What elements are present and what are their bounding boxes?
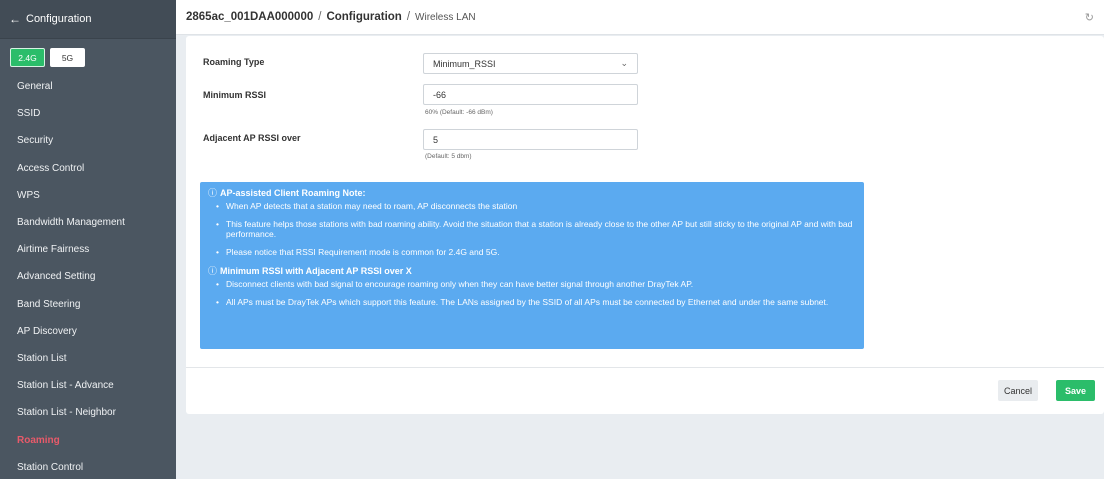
save-button[interactable]: Save <box>1056 380 1095 401</box>
minimum-rssi-value: -66 <box>433 89 447 100</box>
sidebar-item-ssid[interactable]: SSID <box>0 100 176 127</box>
note-bullet: Please notice that RSSI Requirement mode… <box>208 247 856 258</box>
note-heading-minimum-rssi: ⓘ Minimum RSSI with Adjacent AP RSSI over… <box>208 264 856 277</box>
roaming-type-label: Roaming Type <box>203 57 265 67</box>
note-heading-2-text: Minimum RSSI with Adjacent AP RSSI over … <box>220 266 412 276</box>
sidebar: ← Configuration 2.4G 5G General SSID Sec… <box>0 0 176 479</box>
note-heading-ap-assisted: ⓘ AP-assisted Client Roaming Note: <box>208 186 856 199</box>
band-5g-button[interactable]: 5G <box>50 48 85 67</box>
note-heading-1-text: AP-assisted Client Roaming Note: <box>220 188 366 198</box>
info-icon: ⓘ <box>208 188 218 198</box>
roaming-type-value: Minimum_RSSI <box>433 58 496 69</box>
adjacent-ap-rssi-hint: (Default: 5 dbm) <box>425 153 472 160</box>
chevron-down-icon: ⌄ <box>620 58 628 68</box>
info-icon: ⓘ <box>208 266 218 276</box>
sidebar-item-roaming[interactable]: Roaming <box>0 426 176 453</box>
note-bullet: When AP detects that a station may need … <box>208 201 856 212</box>
sidebar-item-ap-discovery[interactable]: AP Discovery <box>0 318 176 345</box>
breadcrumb-separator: / <box>406 11 411 23</box>
breadcrumb-configuration[interactable]: Configuration <box>326 11 401 23</box>
roaming-settings-panel: Roaming Type Minimum_RSSI ⌄ Minimum RSSI… <box>186 36 1104 414</box>
sidebar-item-station-list-neighbor[interactable]: Station List - Neighbor <box>0 399 176 426</box>
band-2-4g-button[interactable]: 2.4G <box>10 48 45 67</box>
back-label: Configuration <box>26 13 92 25</box>
sidebar-item-security[interactable]: Security <box>0 127 176 154</box>
breadcrumb-device[interactable]: 2865ac_001DAA000000 <box>186 11 313 23</box>
sidebar-item-advanced-setting[interactable]: Advanced Setting <box>0 263 176 290</box>
sidebar-item-access-control[interactable]: Access Control <box>0 155 176 182</box>
note-bullet: Disconnect clients with bad signal to en… <box>208 279 856 290</box>
roaming-type-select[interactable]: Minimum_RSSI ⌄ <box>423 53 638 74</box>
minimum-rssi-hint: 60% (Default: -66 dBm) <box>425 109 493 116</box>
sidebar-item-station-control[interactable]: Station Control <box>0 454 176 479</box>
sidebar-item-wps[interactable]: WPS <box>0 182 176 209</box>
arrow-left-icon: ← <box>9 12 21 26</box>
cancel-button[interactable]: Cancel <box>998 380 1038 401</box>
back-to-configuration-link[interactable]: ← Configuration <box>0 0 176 39</box>
breadcrumb-separator: / <box>318 11 322 23</box>
minimum-rssi-input[interactable]: -66 <box>423 84 638 105</box>
sidebar-item-band-steering[interactable]: Band Steering <box>0 291 176 318</box>
refresh-icon[interactable]: ↻ <box>1085 11 1094 24</box>
roaming-note-box: ⓘAP-assisted Client Roaming Note: When A… <box>200 182 864 349</box>
sidebar-item-station-list-advance[interactable]: Station List - Advance <box>0 372 176 399</box>
sidebar-item-bandwidth-management[interactable]: Bandwidth Management <box>0 209 176 236</box>
sidebar-item-station-list[interactable]: Station List <box>0 345 176 372</box>
minimum-rssi-label: Minimum RSSI <box>203 90 267 100</box>
breadcrumb-page: Wireless LAN <box>415 11 476 23</box>
footer-divider <box>186 367 1104 368</box>
sidebar-item-general[interactable]: General <box>0 73 176 100</box>
adjacent-ap-rssi-value: 5 <box>433 134 439 145</box>
note-bullet: All APs must be DrayTek APs which suppor… <box>208 297 856 308</box>
sidebar-item-airtime-fairness[interactable]: Airtime Fairness <box>0 236 176 263</box>
adjacent-ap-rssi-input[interactable]: 5 <box>423 129 638 150</box>
band-selector: 2.4G 5G <box>0 39 176 73</box>
note-bullet: This feature helps those stations with b… <box>208 219 856 240</box>
adjacent-ap-rssi-label: Adjacent AP RSSI over <box>203 133 301 143</box>
breadcrumb: 2865ac_001DAA000000 / Configuration / Wi… <box>176 0 1104 35</box>
